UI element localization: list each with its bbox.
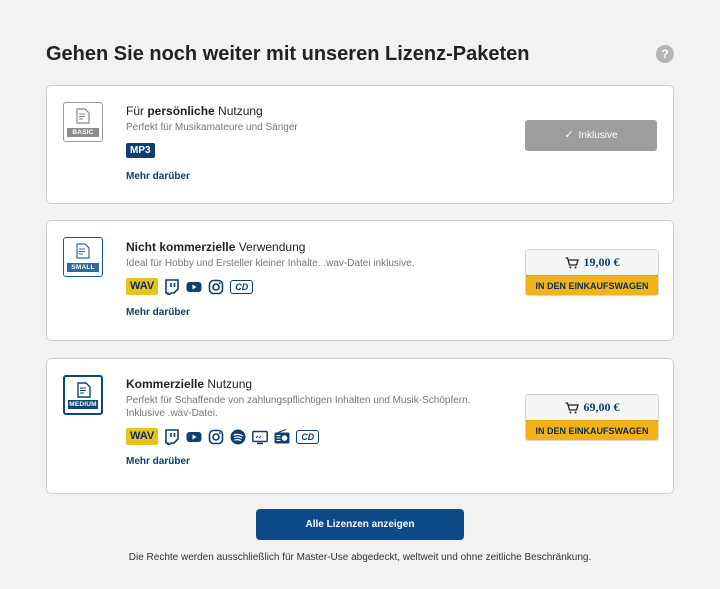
add-to-cart-button[interactable]: 19,00 € IN DEN EINKAUFSWAGEN <box>525 249 659 296</box>
license-basic-icon: BASIC <box>63 102 103 142</box>
price-display: 19,00 € <box>526 250 658 275</box>
license-title: Nicht kommerzielle Verwendung <box>126 240 306 254</box>
cd-icon: CD <box>230 279 254 294</box>
license-info: Kommerzielle Nutzung Perfekt für Schaffe… <box>126 377 506 469</box>
license-tag: BASIC <box>67 128 99 137</box>
instagram-icon <box>208 279 224 294</box>
license-card-small: SMALL Nicht kommerzielle Verwendung Idea… <box>46 220 674 341</box>
cart-action-label: IN DEN EINKAUFSWAGEN <box>526 275 658 295</box>
license-tag: MEDIUM <box>68 400 98 409</box>
license-tag: SMALL <box>67 263 99 272</box>
cart-action-label: IN DEN EINKAUFSWAGEN <box>526 420 658 440</box>
more-info-link[interactable]: Mehr darüber <box>126 456 190 467</box>
instagram-icon <box>208 429 224 444</box>
license-description: Perfekt für Schaffende von zahlungspflic… <box>126 395 471 419</box>
wav-badge: WAV <box>126 428 159 445</box>
youtube-icon <box>186 281 202 292</box>
tv-icon <box>252 430 269 444</box>
license-info: Nicht kommerzielle Verwendung Ideal für … <box>126 240 506 320</box>
license-medium-icon: MEDIUM <box>63 375 103 415</box>
cart-icon <box>565 401 579 413</box>
header: Gehen Sie noch weiter mit unseren Lizenz… <box>46 40 674 68</box>
license-title: Kommerzielle Nutzung <box>126 377 253 391</box>
license-description: Ideal für Hobby und Ersteller kleiner In… <box>126 258 415 269</box>
all-licenses-button[interactable]: Alle Lizenzen anzeigen <box>256 509 464 540</box>
spotify-icon <box>230 429 246 444</box>
document-icon <box>76 108 90 124</box>
wav-badge: WAV <box>126 278 159 295</box>
format-list: MP3 <box>126 142 506 159</box>
rights-note: Die Rechte werden ausschließlich für Mas… <box>128 552 592 563</box>
inclusive-button: ✓ Inklusive <box>525 120 657 151</box>
license-title: Für persönliche Nutzung <box>126 104 263 118</box>
format-list: WAV CD <box>126 278 506 295</box>
radio-icon <box>274 428 290 443</box>
price-label: 19,00 € <box>583 255 620 269</box>
license-card-medium: MEDIUM Kommerzielle Nutzung Perfekt für … <box>46 358 674 494</box>
cd-icon: CD <box>296 429 320 444</box>
more-info-link[interactable]: Mehr darüber <box>126 171 190 182</box>
license-info: Für persönliche Nutzung Perfekt für Musi… <box>126 104 506 184</box>
price-display: 69,00 € <box>526 395 658 420</box>
youtube-icon <box>186 431 202 442</box>
price-label: 69,00 € <box>583 400 620 414</box>
license-description: Perfekt für Musikamateure und Sänger <box>126 122 298 133</box>
license-small-icon: SMALL <box>63 237 103 277</box>
help-icon[interactable]: ? <box>656 45 674 63</box>
license-card-basic: BASIC Für persönliche Nutzung Perfekt fü… <box>46 85 674 204</box>
more-info-link[interactable]: Mehr darüber <box>126 307 190 318</box>
add-to-cart-button[interactable]: 69,00 € IN DEN EINKAUFSWAGEN <box>525 394 659 441</box>
check-icon: ✓ <box>564 129 574 141</box>
twitch-icon <box>165 278 180 295</box>
page-title: Gehen Sie noch weiter mit unseren Lizenz… <box>46 43 530 65</box>
mp3-badge: MP3 <box>126 143 155 158</box>
document-icon <box>76 243 90 259</box>
document-icon <box>77 382 91 398</box>
format-list: WAV CD <box>126 428 506 445</box>
twitch-icon <box>165 428 180 445</box>
cart-icon <box>565 256 579 268</box>
